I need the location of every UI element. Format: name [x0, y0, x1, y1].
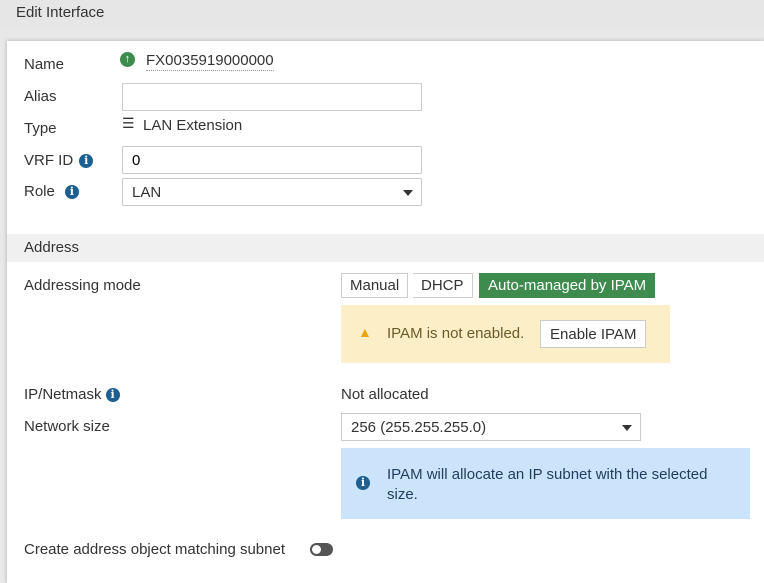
name-value: FX0035919000000	[146, 52, 274, 71]
ip-netmask-value: Not allocated	[341, 386, 429, 403]
ipam-warning-banner: ▲ IPAM is not enabled. Enable IPAM	[341, 305, 670, 363]
info-text: IPAM will allocate an IP subnet with the…	[387, 466, 708, 503]
network-size-value: 256 (255.255.255.0)	[351, 419, 487, 436]
addressing-mode-label: Addressing mode	[24, 277, 141, 294]
status-up-icon: ↑	[120, 52, 135, 67]
network-size-select[interactable]: 256 (255.255.255.0)	[341, 413, 641, 441]
info-icon: i	[356, 476, 370, 490]
chevron-down-icon	[622, 425, 632, 431]
vrf-label: VRF ID	[24, 152, 74, 169]
info-icon[interactable]: i	[105, 388, 120, 402]
role-value: LAN	[132, 184, 162, 201]
ipam-info-banner: i IPAM will allocate an IP subnet with t…	[341, 448, 750, 519]
enable-ipam-button[interactable]: Enable IPAM	[540, 320, 647, 348]
lan-extension-icon: ☰	[122, 115, 135, 131]
ip-netmask-label: IP/Netmask	[24, 386, 102, 403]
dialog-title: Edit Interface	[0, 0, 764, 27]
mode-ipam-button[interactable]: Auto-managed by IPAM	[479, 273, 656, 298]
mode-manual-button[interactable]: Manual	[341, 273, 409, 298]
role-label: Role	[24, 183, 55, 200]
create-address-toggle[interactable]	[310, 543, 333, 556]
name-label: Name	[24, 56, 65, 73]
warning-icon: ▲	[358, 324, 372, 340]
role-select[interactable]: LAN	[122, 178, 422, 206]
address-section-header: Address	[7, 234, 764, 262]
alias-label: Alias	[24, 88, 57, 105]
network-size-label: Network size	[24, 418, 110, 435]
info-icon[interactable]: i	[64, 185, 79, 199]
alias-input[interactable]	[122, 83, 422, 111]
vrf-id-input[interactable]	[122, 146, 422, 174]
info-icon[interactable]: i	[79, 154, 94, 168]
mode-dhcp-button[interactable]: DHCP	[413, 273, 473, 298]
type-value: LAN Extension	[143, 117, 243, 134]
warning-text: IPAM is not enabled.	[387, 325, 525, 342]
edit-interface-panel: Name ↑ FX0035919000000 Alias Type ☰ LAN …	[7, 41, 764, 583]
create-address-label: Create address object matching subnet	[24, 541, 285, 558]
chevron-down-icon	[403, 190, 413, 196]
type-label: Type	[24, 120, 57, 137]
